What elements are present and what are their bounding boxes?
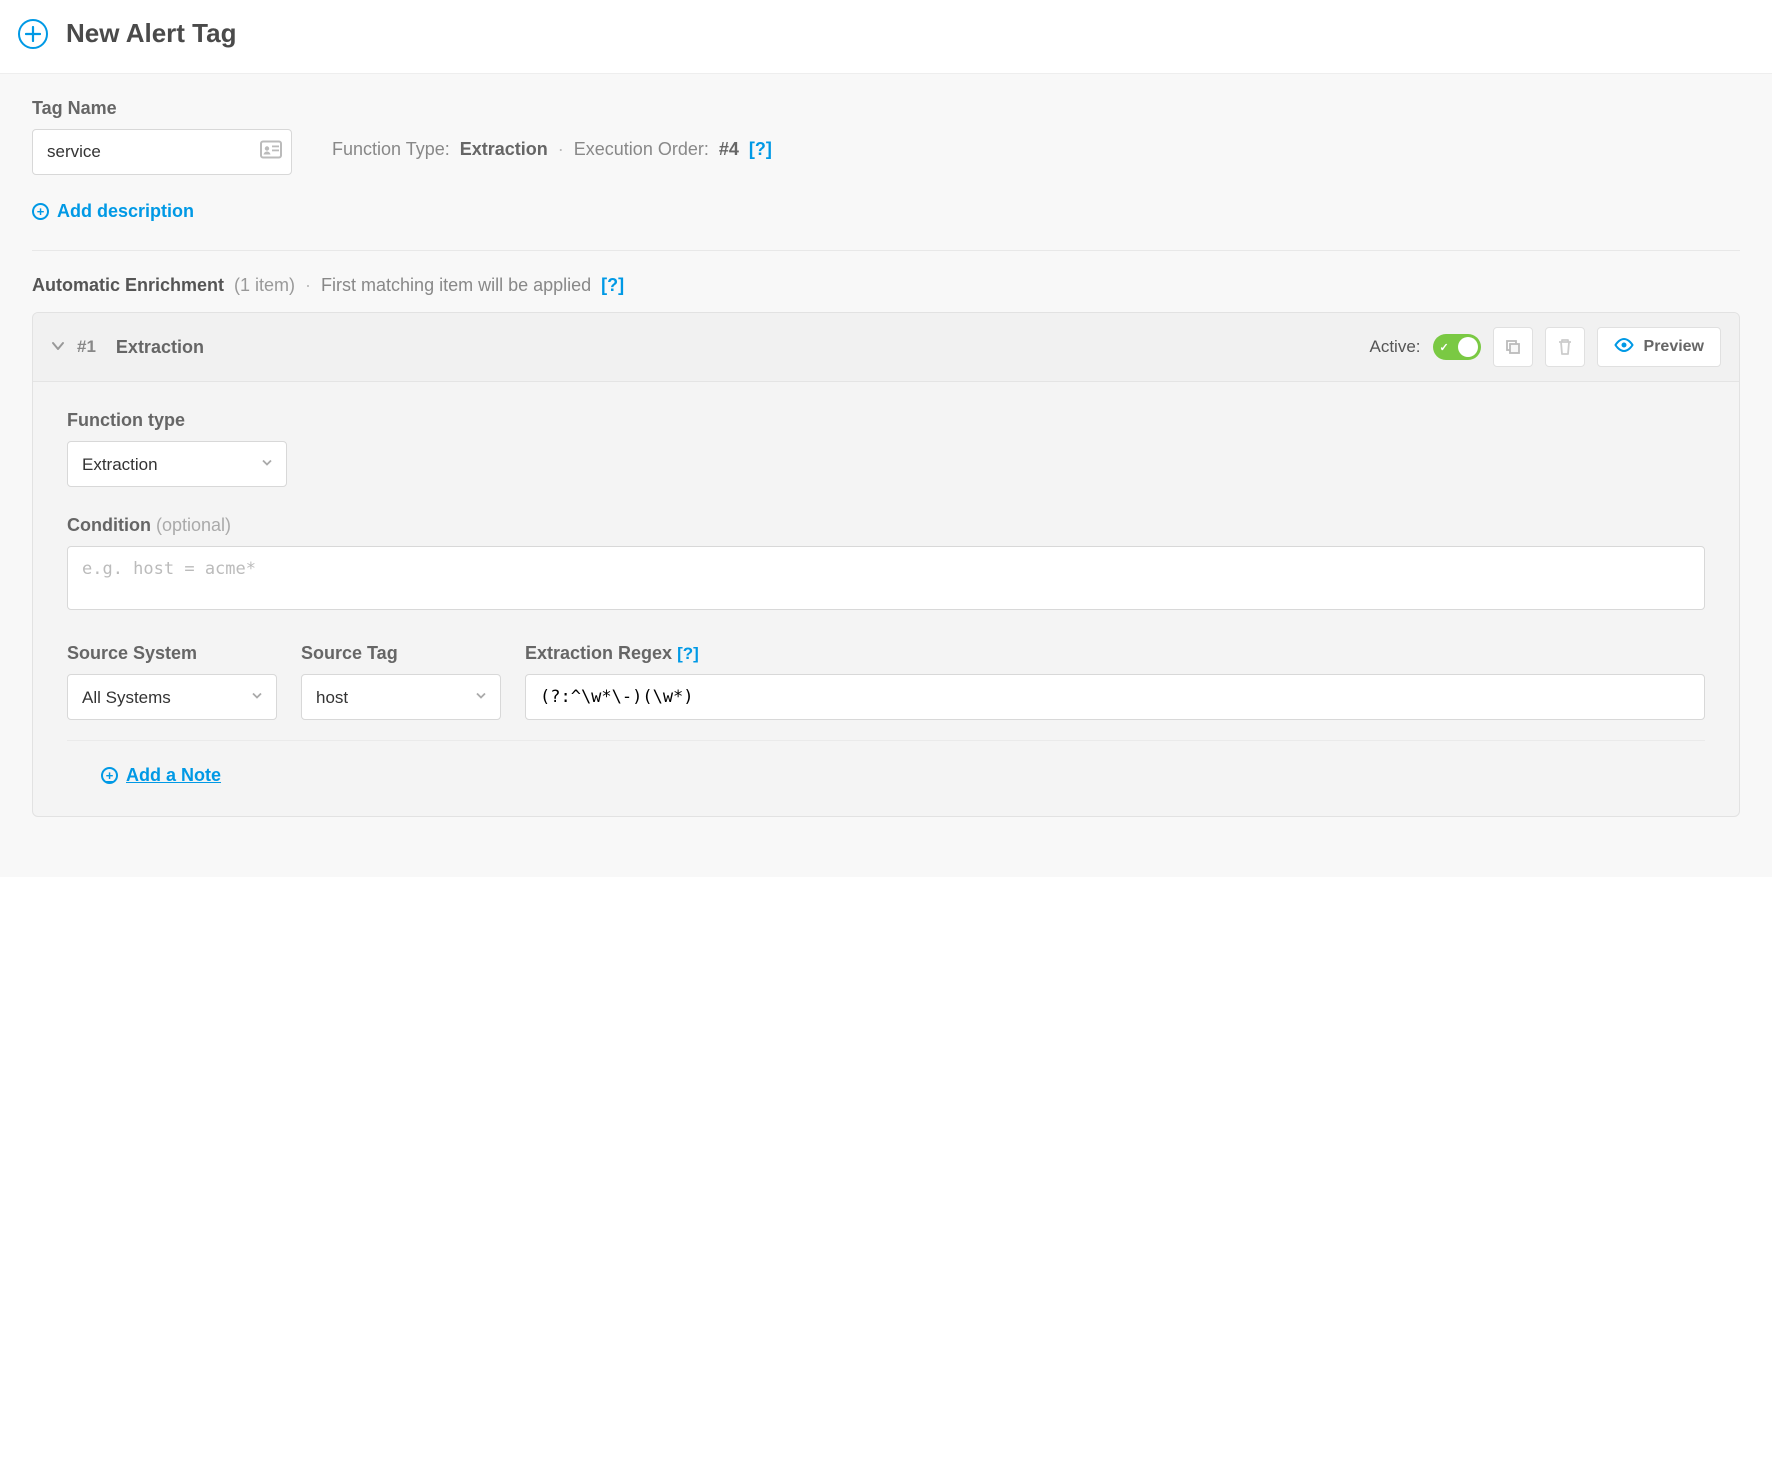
extraction-regex-label: Extraction Regex [?] — [525, 643, 1705, 664]
function-type-meta-label: Function Type: — [332, 139, 450, 160]
tag-name-label: Tag Name — [32, 98, 292, 119]
function-type-select[interactable]: Extraction — [67, 441, 287, 487]
preview-label: Preview — [1644, 338, 1704, 356]
enrichment-help-icon[interactable]: [?] — [601, 275, 624, 296]
source-tag-label: Source Tag — [301, 643, 501, 664]
source-system-select[interactable]: All Systems — [67, 674, 277, 720]
condition-input[interactable] — [67, 546, 1705, 610]
delete-button[interactable] — [1545, 327, 1585, 367]
condition-label: Condition (optional) — [67, 515, 1705, 536]
add-note-button[interactable]: + Add a Note — [101, 765, 221, 786]
regex-help-icon[interactable]: [?] — [677, 644, 699, 663]
function-type-meta-value: Extraction — [460, 139, 548, 160]
check-icon: ✓ — [1440, 341, 1449, 354]
separator-dot: · — [558, 139, 564, 160]
active-label: Active: — [1369, 337, 1420, 357]
active-toggle[interactable]: ✓ — [1433, 334, 1481, 360]
plus-icon: + — [32, 203, 49, 220]
enrichment-count: (1 item) — [234, 275, 295, 296]
extraction-regex-input[interactable] — [525, 674, 1705, 720]
enrichment-title: Automatic Enrichment — [32, 275, 224, 296]
function-type-label: Function type — [67, 410, 1705, 431]
add-description-button[interactable]: + Add description — [32, 201, 194, 222]
chevron-down-icon[interactable] — [51, 339, 65, 356]
page-title: New Alert Tag — [66, 18, 236, 49]
tag-name-input[interactable] — [32, 129, 292, 175]
plus-icon: + — [101, 767, 118, 784]
preview-button[interactable]: Preview — [1597, 327, 1721, 367]
enrichment-panel: #1 Extraction Active: ✓ Preview — [32, 312, 1740, 817]
execution-order-help-icon[interactable]: [?] — [749, 139, 772, 160]
panel-index: #1 — [77, 337, 96, 357]
source-system-label: Source System — [67, 643, 277, 664]
enrichment-desc: First matching item will be applied — [321, 275, 591, 296]
add-description-label: Add description — [57, 201, 194, 222]
id-card-icon — [260, 141, 282, 164]
new-tag-plus-icon — [18, 19, 48, 49]
execution-order-meta-value: #4 — [719, 139, 739, 160]
separator-dot: · — [305, 275, 311, 296]
duplicate-button[interactable] — [1493, 327, 1533, 367]
eye-icon — [1614, 338, 1634, 357]
panel-name: Extraction — [116, 337, 204, 358]
add-note-label: Add a Note — [126, 765, 221, 786]
source-tag-select[interactable]: host — [301, 674, 501, 720]
execution-order-meta-label: Execution Order: — [574, 139, 709, 160]
